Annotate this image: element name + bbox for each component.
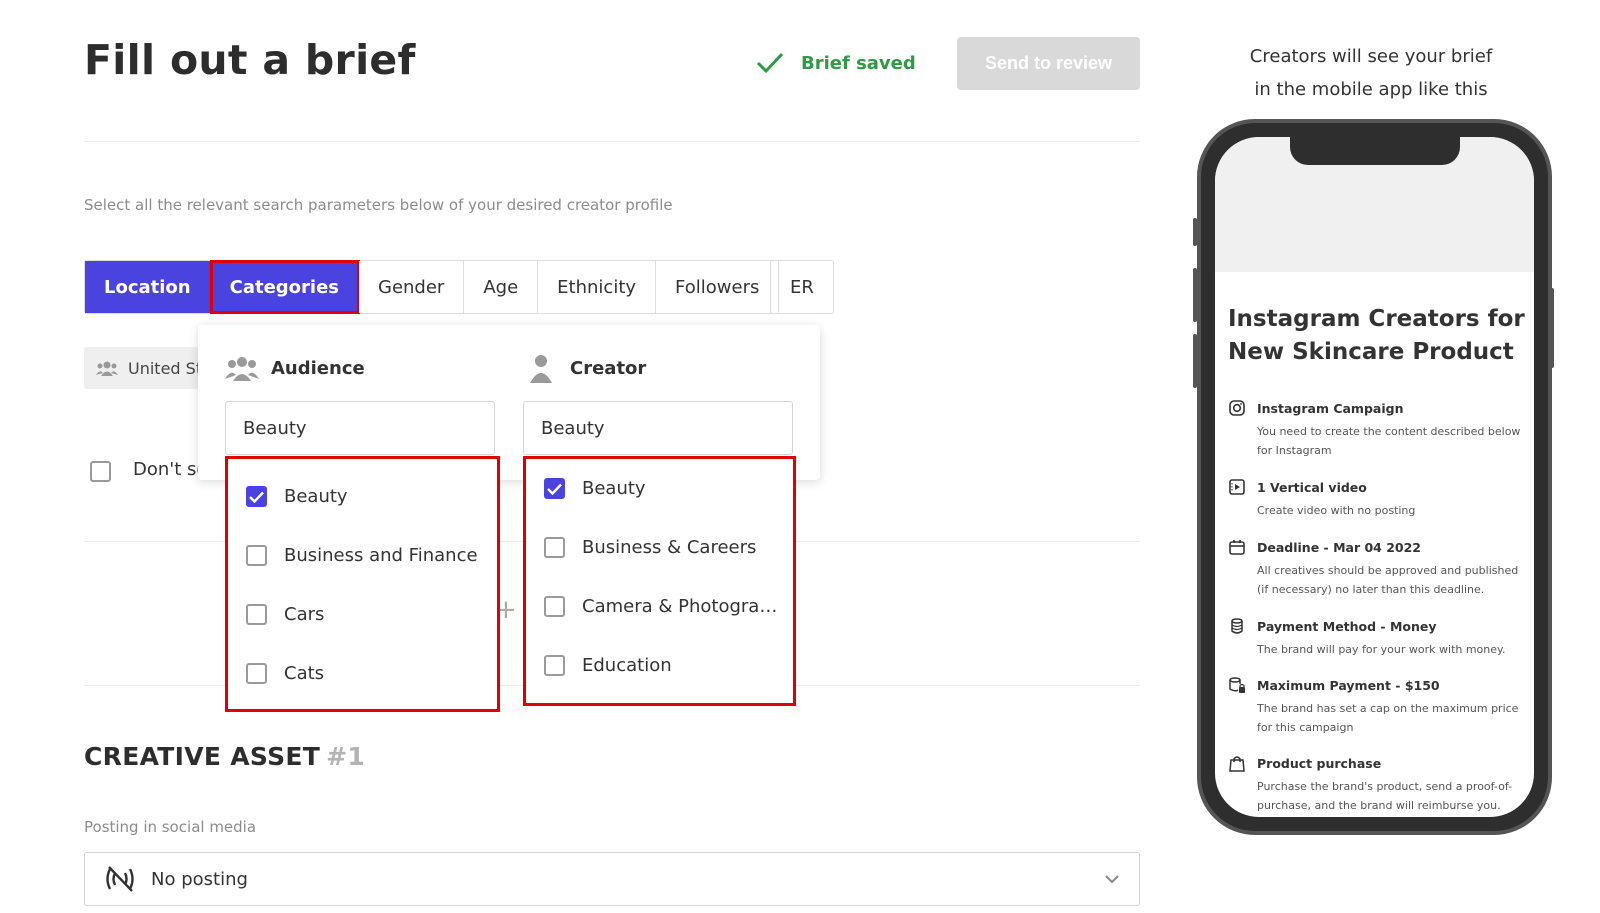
option-label: Camera & Photogra… <box>582 596 778 617</box>
tab-er[interactable]: ER <box>770 260 834 314</box>
feature-title: Payment Method - Money <box>1257 618 1437 634</box>
checkbox[interactable] <box>246 663 267 684</box>
posting-select-value: No posting <box>151 868 248 890</box>
audience-category-list: Beauty Business and Finance Cars Cats <box>225 456 500 712</box>
tab-ethnicity[interactable]: Ethnicity <box>538 261 657 313</box>
page-title: Fill out a brief <box>84 36 416 84</box>
coins-icon <box>1231 618 1243 634</box>
phone-mockup: Instagram Creators for New Skincare Prod… <box>1197 119 1552 835</box>
creative-asset-title: CREATIVE ASSET #1 <box>84 742 365 771</box>
saved-status-label: Brief saved <box>801 52 916 74</box>
search-hint: Select all the relevant search parameter… <box>84 196 673 214</box>
chevron-down-icon <box>1105 875 1119 884</box>
divider <box>84 141 1140 142</box>
feature-maximum-payment: Maximum Payment - $150 The brand has set… <box>1228 676 1528 737</box>
option-label: Beauty <box>582 478 646 499</box>
audience-category-search[interactable]: Beauty <box>225 401 495 455</box>
checkbox[interactable] <box>544 537 565 558</box>
location-chip[interactable]: United States <box>84 347 214 389</box>
users-icon <box>225 357 259 381</box>
audience-heading-label: Audience <box>271 357 365 379</box>
dont-send-label: Don't send <box>133 459 200 480</box>
feature-description: All creatives should be approved and pub… <box>1257 564 1519 596</box>
creator-option-camera-photography[interactable]: Camera & Photogra… <box>526 577 793 636</box>
feature-title: Product purchase <box>1257 755 1382 771</box>
feature-instagram-campaign: Instagram Campaign You need to create th… <box>1228 399 1528 460</box>
calendar-icon <box>1229 540 1245 555</box>
instagram-icon <box>1229 400 1245 416</box>
audience-option-cats[interactable]: Cats <box>228 644 497 703</box>
option-label: Beauty <box>284 486 348 507</box>
option-label: Education <box>582 655 672 676</box>
tab-gender[interactable]: Gender <box>359 261 465 313</box>
checkbox-checked[interactable] <box>246 486 267 507</box>
creator-icon <box>530 355 552 383</box>
checkbox[interactable] <box>246 545 267 566</box>
feature-title: Deadline - Mar 04 2022 <box>1257 539 1422 555</box>
check-icon <box>547 483 562 495</box>
audience-option-business-and-finance[interactable]: Business and Finance <box>228 526 497 585</box>
feature-payment-method: Payment Method - Money The brand will pa… <box>1228 617 1528 659</box>
users-icon <box>96 361 118 376</box>
preview-caption-line2: in the mobile app like this <box>1254 79 1488 100</box>
feature-description: Purchase the brand's product, send a pro… <box>1257 780 1513 812</box>
checkbox[interactable] <box>544 655 565 676</box>
checkbox-checked[interactable] <box>544 478 565 499</box>
check-icon <box>249 491 264 503</box>
creator-category-list: Beauty Business & Careers Camera & Photo… <box>523 456 796 706</box>
no-posting-icon <box>106 866 134 892</box>
creator-heading-label: Creator <box>570 357 647 379</box>
tab-categories[interactable]: Categories <box>209 260 361 314</box>
checkmark-icon <box>756 52 784 74</box>
tab-location[interactable]: Location <box>85 261 211 313</box>
feature-title: Instagram Campaign <box>1257 400 1404 416</box>
option-label: Business & Careers <box>582 537 757 558</box>
preview-caption-line1: Creators will see your brief <box>1249 46 1493 67</box>
creator-option-beauty[interactable]: Beauty <box>526 459 793 518</box>
shopping-bag-icon <box>1229 756 1245 772</box>
search-parameter-tabs: Location Categories Gender Age Ethnicity… <box>84 260 780 314</box>
checkbox[interactable] <box>544 596 565 617</box>
creative-asset-label: CREATIVE ASSET <box>84 742 321 771</box>
creator-category-search[interactable]: Beauty <box>523 401 793 455</box>
creator-option-education[interactable]: Education <box>526 636 793 695</box>
saved-status: Brief saved <box>755 50 916 76</box>
creator-heading: Creator <box>524 353 646 383</box>
preview-caption: Creators will see your brief in the mobi… <box>1216 40 1526 106</box>
campaign-title: Instagram Creators for New Skincare Prod… <box>1228 306 1525 365</box>
checkbox[interactable] <box>246 604 267 625</box>
feature-title: 1 Vertical video <box>1257 479 1367 495</box>
creative-asset-number: #1 <box>326 742 366 771</box>
dont-send-checkbox[interactable] <box>90 461 111 482</box>
send-to-review-button[interactable]: Send to review <box>957 37 1140 90</box>
feature-description: Create video with no posting <box>1257 504 1416 517</box>
posting-select[interactable]: No posting <box>84 852 1140 906</box>
tab-followers[interactable]: Followers <box>656 261 779 313</box>
feature-video: 1 Vertical video Create video with no po… <box>1228 478 1528 520</box>
feature-product-purchase: Product purchase Purchase the brand's pr… <box>1228 754 1528 815</box>
tab-age[interactable]: Age <box>464 261 539 313</box>
phone-notch <box>1289 137 1460 165</box>
phone-screen: Instagram Creators for New Skincare Prod… <box>1215 137 1534 817</box>
feature-description: The brand will pay for your work with mo… <box>1257 643 1506 656</box>
feature-deadline: Deadline - Mar 04 2022 All creatives sho… <box>1228 538 1528 599</box>
posting-label: Posting in social media <box>84 818 257 836</box>
option-label: Cars <box>284 604 325 625</box>
audience-option-beauty[interactable]: Beauty <box>228 467 497 526</box>
audience-option-cars[interactable]: Cars <box>228 585 497 644</box>
coins-lock-icon <box>1229 677 1245 693</box>
video-icon <box>1229 479 1245 495</box>
feature-description: You need to create the content described… <box>1257 425 1521 457</box>
audience-heading: Audience <box>225 353 365 383</box>
option-label: Cats <box>284 663 325 684</box>
feature-description: The brand has set a cap on the maximum p… <box>1257 702 1519 734</box>
creator-option-business-careers[interactable]: Business & Careers <box>526 518 793 577</box>
feature-title: Maximum Payment - $150 <box>1257 677 1440 693</box>
option-label: Business and Finance <box>284 545 478 566</box>
